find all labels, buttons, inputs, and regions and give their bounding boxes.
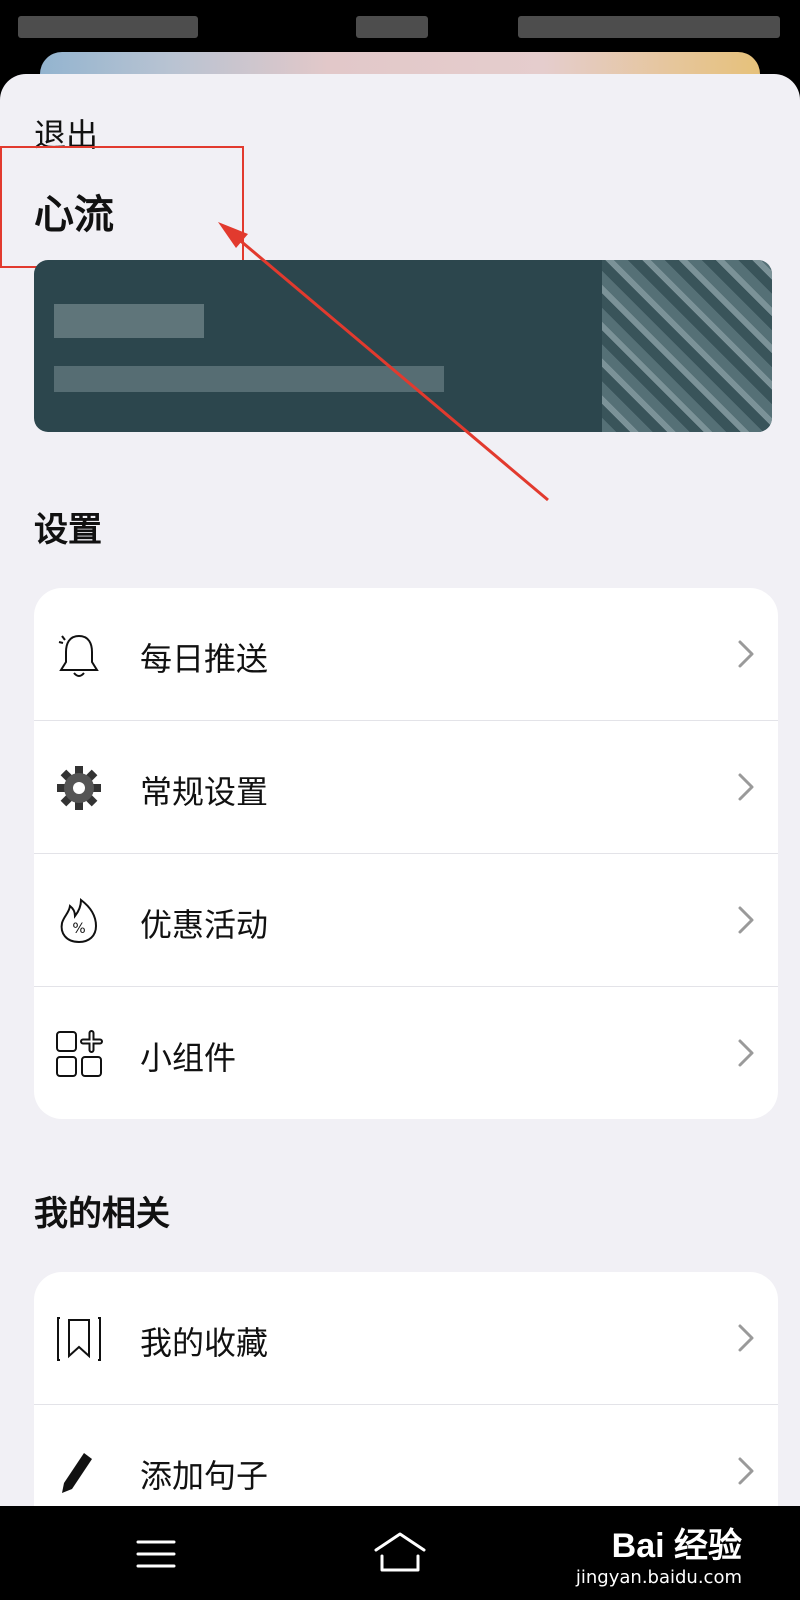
chevron-right-icon	[738, 906, 754, 934]
system-navigation-bar: Bai 经验 jingyan.baidu.com	[0, 1506, 800, 1600]
pen-icon	[62, 1453, 92, 1493]
chevron-right-icon	[738, 773, 754, 801]
banner-subtitle-blurred	[54, 366, 444, 392]
settings-item-label: 常规设置	[140, 773, 269, 811]
watermark-url: jingyan.baidu.com	[575, 1567, 742, 1588]
chevron-right-icon	[738, 1457, 754, 1485]
watermark: Bai 经验 jingyan.baidu.com	[576, 1518, 742, 1588]
banner-image-blurred	[602, 260, 772, 432]
promo-banner[interactable]	[34, 260, 772, 432]
banner-title-blurred	[54, 304, 204, 338]
discount-fire-icon: %	[60, 898, 98, 944]
status-left-blurred	[18, 16, 198, 38]
status-time-blurred	[356, 16, 428, 38]
home-icon[interactable]	[372, 1530, 428, 1574]
gear-icon	[57, 766, 101, 810]
related-group: 我的收藏 添加句子	[34, 1272, 778, 1506]
related-section-title: 我的相关	[34, 1194, 170, 1234]
annotation-highlight-box	[0, 146, 244, 268]
settings-sheet: 退出 心流 设置 每日推送 常规设置 % 优惠活动 小组件 我的相关 我的收藏 …	[0, 74, 800, 1506]
settings-item-daily-push[interactable]: 每日推送	[34, 588, 778, 721]
settings-section-title: 设置	[34, 510, 102, 550]
settings-item-promotions[interactable]: % 优惠活动	[34, 854, 778, 987]
svg-text:%: %	[72, 921, 85, 937]
settings-item-label: 每日推送	[140, 640, 269, 678]
bell-icon	[58, 634, 99, 677]
related-item-add-sentence[interactable]: 添加句子	[34, 1405, 778, 1506]
settings-item-general[interactable]: 常规设置	[34, 721, 778, 854]
status-bar	[0, 0, 800, 52]
related-item-label: 我的收藏	[140, 1324, 269, 1362]
watermark-brand: Bai 经验	[611, 1527, 742, 1565]
settings-item-label: 优惠活动	[140, 906, 269, 944]
related-item-favorites[interactable]: 我的收藏	[34, 1272, 778, 1405]
chevron-right-icon	[738, 640, 754, 668]
related-item-label: 添加句子	[140, 1457, 269, 1495]
settings-group: 每日推送 常规设置 % 优惠活动 小组件	[34, 588, 778, 1119]
bookmark-icon	[57, 1317, 101, 1361]
chevron-right-icon	[738, 1324, 754, 1352]
settings-item-label: 小组件	[140, 1039, 237, 1077]
settings-item-widgets[interactable]: 小组件	[34, 987, 778, 1119]
menu-icon[interactable]	[136, 1536, 176, 1572]
chevron-right-icon	[738, 1039, 754, 1067]
widgets-icon	[56, 1030, 103, 1077]
status-right-blurred	[518, 16, 780, 38]
